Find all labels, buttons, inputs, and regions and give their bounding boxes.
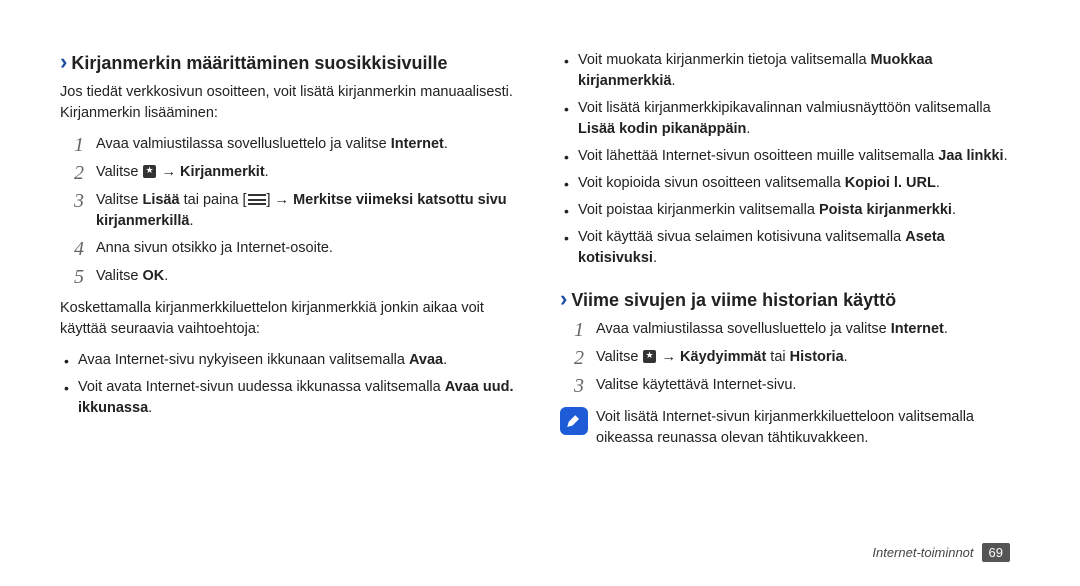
note-icon xyxy=(560,407,588,435)
step-3: 3 Valitse Lisää tai paina [] → Merkitse … xyxy=(74,190,520,232)
step-number: 2 xyxy=(74,162,96,184)
bullet-edit: • Voit muokata kirjanmerkin tietoja vali… xyxy=(564,50,1020,92)
steps-list: 1 Avaa valmiustilassa sovellusluettelo j… xyxy=(74,134,520,288)
step-number: 5 xyxy=(74,266,96,288)
left-column: › Kirjanmerkin määrittäminen suosikkisiv… xyxy=(60,50,520,449)
step-2: 2 Valitse → Kirjanmerkit. xyxy=(74,162,520,184)
step-5: 5 Valitse OK. xyxy=(74,266,520,288)
bullet-icon: • xyxy=(64,378,78,420)
bullet-icon: • xyxy=(564,228,578,270)
page-footer: Internet-toiminnot 69 xyxy=(872,543,1010,562)
step-number: 3 xyxy=(74,190,96,232)
history-steps: 1 Avaa valmiustilassa sovellusluettelo j… xyxy=(574,319,1020,397)
bullet-icon: • xyxy=(564,201,578,222)
hstep-3: 3 Valitse käytettävä Internet-sivu. xyxy=(574,375,1020,397)
bullet-icon: • xyxy=(564,174,578,195)
step-number: 3 xyxy=(574,375,596,397)
step-number: 2 xyxy=(574,347,596,369)
bullet-open-new: • Voit avata Internet-sivun uudessa ikku… xyxy=(64,377,520,419)
heading-text: Viime sivujen ja viime historian käyttö xyxy=(571,287,896,313)
star-icon xyxy=(643,350,656,363)
bullet-shortcut: • Voit lisätä kirjanmerkkipikavalinnan v… xyxy=(564,98,1020,140)
section-heading-history: › Viime sivujen ja viime historian käytt… xyxy=(560,287,1020,313)
heading-text: Kirjanmerkin määrittäminen suosikkisivui… xyxy=(71,50,447,76)
bullet-icon: • xyxy=(564,99,578,141)
section-heading-bookmarks: › Kirjanmerkin määrittäminen suosikkisiv… xyxy=(60,50,520,76)
bullet-icon: • xyxy=(564,147,578,168)
bullet-icon: • xyxy=(564,51,578,93)
step-1: 1 Avaa valmiustilassa sovellusluettelo j… xyxy=(74,134,520,156)
bullet-share: • Voit lähettää Internet-sivun osoitteen… xyxy=(564,146,1020,167)
footer-label: Internet-toiminnot xyxy=(872,545,973,560)
right-column: • Voit muokata kirjanmerkin tietoja vali… xyxy=(560,50,1020,449)
options-list-right: • Voit muokata kirjanmerkin tietoja vali… xyxy=(564,50,1020,269)
chevron-icon: › xyxy=(560,288,567,310)
options-list-left: • Avaa Internet-sivu nykyiseen ikkunaan … xyxy=(64,350,520,419)
page-content: › Kirjanmerkin määrittäminen suosikkisiv… xyxy=(0,0,1080,469)
bullet-homepage: • Voit käyttää sivua selaimen kotisivuna… xyxy=(564,227,1020,269)
star-icon xyxy=(143,165,156,178)
bullet-delete: • Voit poistaa kirjanmerkin valitsemalla… xyxy=(564,200,1020,221)
step-number: 1 xyxy=(574,319,596,341)
step-number: 1 xyxy=(74,134,96,156)
note-block: Voit lisätä Internet-sivun kirjanmerkkil… xyxy=(560,407,1020,449)
hstep-1: 1 Avaa valmiustilassa sovellusluettelo j… xyxy=(574,319,1020,341)
bullet-open: • Avaa Internet-sivu nykyiseen ikkunaan … xyxy=(64,350,520,371)
step-number: 4 xyxy=(74,238,96,260)
options-intro: Koskettamalla kirjanmerkkiluettelon kirj… xyxy=(60,298,520,340)
page-number: 69 xyxy=(982,543,1010,562)
bullet-icon: • xyxy=(64,351,78,372)
step-4: 4 Anna sivun otsikko ja Internet-osoite. xyxy=(74,238,520,260)
hstep-2: 2 Valitse → Käydyimmät tai Historia. xyxy=(574,347,1020,369)
chevron-icon: › xyxy=(60,51,67,73)
menu-icon xyxy=(248,194,266,205)
bullet-copy-url: • Voit kopioida sivun osoitteen valitsem… xyxy=(564,173,1020,194)
intro-text: Jos tiedät verkkosivun osoitteen, voit l… xyxy=(60,82,520,124)
note-text: Voit lisätä Internet-sivun kirjanmerkkil… xyxy=(596,407,1020,449)
